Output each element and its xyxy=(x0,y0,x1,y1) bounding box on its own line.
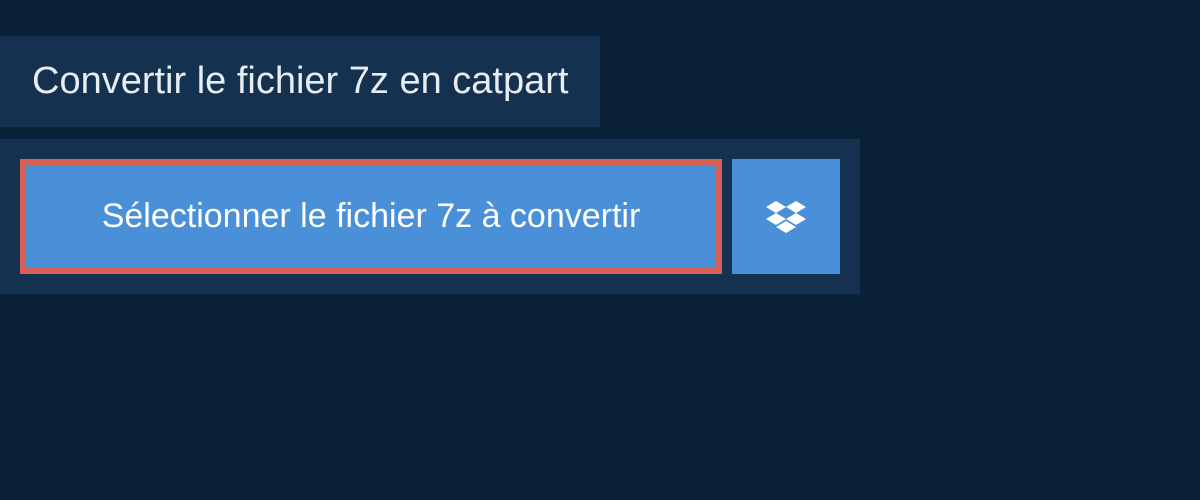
select-file-button[interactable]: Sélectionner le fichier 7z à convertir xyxy=(20,159,722,274)
dropbox-icon xyxy=(766,197,806,237)
action-panel: Sélectionner le fichier 7z à convertir xyxy=(0,139,860,294)
select-file-label: Sélectionner le fichier 7z à convertir xyxy=(102,197,641,236)
page-title: Convertir le fichier 7z en catpart xyxy=(32,60,568,103)
dropbox-button[interactable] xyxy=(732,159,840,274)
title-bar: Convertir le fichier 7z en catpart xyxy=(0,36,600,127)
